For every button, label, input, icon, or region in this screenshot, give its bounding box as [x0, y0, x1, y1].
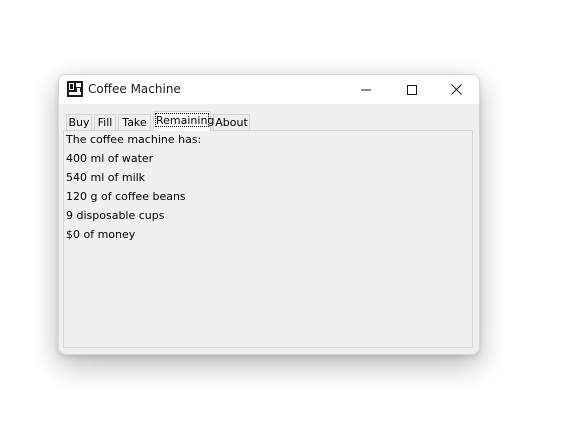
- cups-amount: 9 disposable cups: [66, 209, 165, 222]
- money-amount: $0 of money: [66, 228, 136, 241]
- tab-about[interactable]: About: [213, 114, 250, 130]
- minimize-button[interactable]: [343, 75, 389, 104]
- remaining-panel: The coffee machine has: 400 ml of water …: [63, 130, 473, 348]
- client-area: Buy Fill Take About The coffee machine h…: [59, 104, 479, 354]
- close-icon: [450, 84, 462, 95]
- tab-fill[interactable]: Fill: [94, 114, 116, 130]
- tab-buy[interactable]: Buy: [66, 114, 92, 130]
- coffee-machine-app-icon: [67, 81, 83, 97]
- water-amount: 400 ml of water: [66, 152, 154, 165]
- close-button[interactable]: [433, 75, 479, 104]
- title-bar[interactable]: Coffee Machine: [59, 75, 479, 104]
- coffee-beans-amount: 120 g of coffee beans: [66, 190, 186, 203]
- maximize-icon: [407, 84, 417, 95]
- coffee-machine-window: Coffee Machine Buy Fill Take About The c…: [58, 74, 480, 355]
- milk-amount: 540 ml of milk: [66, 171, 146, 184]
- minimize-icon: [361, 89, 371, 90]
- remaining-heading: The coffee machine has:: [66, 133, 202, 146]
- tab-remaining[interactable]: Remaining: [153, 111, 215, 131]
- tab-remaining-label: Remaining: [155, 113, 215, 127]
- window-title: Coffee Machine: [88, 82, 181, 96]
- maximize-button[interactable]: [389, 75, 435, 104]
- tab-take[interactable]: Take: [118, 114, 151, 130]
